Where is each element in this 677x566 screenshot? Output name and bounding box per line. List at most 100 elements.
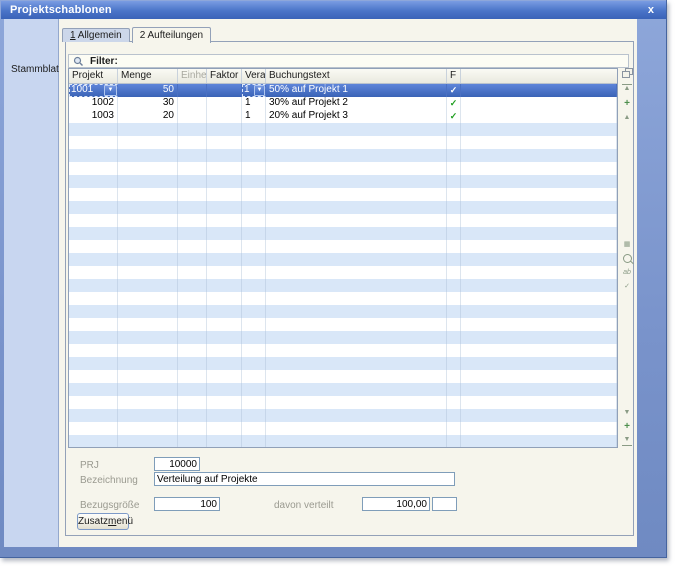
tab-aufteilungen[interactable]: 2 Aufteilungen (132, 27, 211, 43)
column-header-menge[interactable]: Menge (118, 69, 178, 83)
grid-cell-checkmark-icon[interactable]: ✓ (447, 97, 461, 110)
grid-cell-menge[interactable]: 50 (118, 84, 178, 97)
grid-empty-row[interactable] (69, 136, 617, 149)
projekt-dropdown-icon[interactable]: ▼ (104, 85, 117, 96)
grid-empty-row[interactable] (69, 279, 617, 292)
grid-cell-buchungstext[interactable]: 30% auf Projekt 2 (266, 97, 447, 110)
sidebar-item-stammblatt[interactable]: Stammblatt (4, 63, 58, 76)
grid-empty-row[interactable] (69, 305, 617, 318)
grid-cell-menge[interactable]: 20 (118, 110, 178, 123)
grid-empty-cell (461, 188, 617, 201)
grid-empty-row[interactable] (69, 383, 617, 396)
tab-allgemein[interactable]: 1 Allgemein (62, 28, 130, 42)
scroll-last-icon[interactable]: ▼ (622, 436, 632, 446)
grid-cell-faktor[interactable] (207, 110, 242, 123)
grid-empty-row[interactable] (69, 240, 617, 253)
close-icon[interactable]: x (645, 4, 657, 16)
scroll-up-icon[interactable]: ▲ (622, 113, 632, 122)
grid-cell-einheit[interactable] (178, 84, 207, 97)
grid-empty-row[interactable] (69, 422, 617, 435)
grid-cell-einheit[interactable] (178, 110, 207, 123)
grid-cell-buchungstext[interactable]: 20% auf Projekt 3 (266, 110, 447, 123)
grid-cell-vera[interactable]: 1 (242, 110, 266, 123)
column-header-projekt[interactable]: Projekt (69, 69, 118, 83)
grid-empty-cell (242, 136, 266, 149)
grid-empty-row[interactable] (69, 318, 617, 331)
grid-cell-checkmark-icon[interactable]: ✓ (447, 84, 461, 97)
grid-empty-row[interactable] (69, 175, 617, 188)
grid-cell-projekt-editor[interactable]: 1001 ▼ (69, 84, 118, 97)
grid-layout-icon[interactable] (622, 68, 633, 78)
grid-empty-row[interactable] (69, 435, 617, 448)
column-header-buchungstext[interactable]: Buchungstext (266, 69, 447, 83)
grid-empty-row[interactable] (69, 253, 617, 266)
insert-row-icon[interactable]: + (622, 99, 632, 108)
zusatzmenu-button[interactable]: Zusatzmenü (77, 513, 129, 530)
grid-empty-row[interactable] (69, 188, 617, 201)
edit-text-icon[interactable]: ab (622, 268, 632, 277)
grid-empty-cell (178, 201, 207, 214)
grid-empty-cell (461, 435, 617, 448)
scroll-first-icon[interactable]: ▲ (622, 84, 632, 94)
grid-cell-faktor[interactable] (207, 97, 242, 110)
grid-empty-row[interactable] (69, 214, 617, 227)
column-header-faktor[interactable]: Faktor (207, 69, 242, 83)
grid-empty-cell (461, 331, 617, 344)
window-titlebar[interactable]: Projektschablonen x (1, 1, 666, 19)
grid-empty-cell (69, 344, 118, 357)
grid-empty-cell (242, 227, 266, 240)
grid-row[interactable]: 1003 20 1 20% auf Projekt 3 ✓ (69, 110, 617, 123)
grid-cell-filler (461, 84, 617, 97)
grid-cell-faktor[interactable] (207, 84, 242, 97)
grid-empty-row[interactable] (69, 396, 617, 409)
vera-dropdown-icon[interactable]: ▼ (254, 85, 265, 96)
grid-empty-cell (461, 318, 617, 331)
bezugsgroesse-field[interactable] (154, 497, 220, 511)
grid-empty-row[interactable] (69, 409, 617, 422)
append-row-icon[interactable]: + (622, 422, 632, 431)
grid-cell-vera-editor[interactable]: 1 ▼ (242, 84, 266, 97)
grid-empty-cell (266, 149, 447, 162)
grid-empty-cell (242, 162, 266, 175)
column-header-vera[interactable]: Vera (242, 69, 266, 83)
filter-rows-icon[interactable]: ✓ (622, 282, 632, 291)
grid-empty-cell (461, 279, 617, 292)
grid-row[interactable]: 1002 30 1 30% auf Projekt 2 ✓ (69, 97, 617, 110)
grid-empty-row[interactable] (69, 370, 617, 383)
grid-empty-row[interactable] (69, 266, 617, 279)
scroll-down-icon[interactable]: ▼ (622, 408, 632, 417)
grid-cell-projekt[interactable]: 1002 (69, 97, 118, 110)
prj-field[interactable] (154, 457, 200, 471)
column-header-f[interactable]: F (447, 69, 461, 83)
search-rows-icon[interactable] (623, 254, 632, 263)
grid-empty-row[interactable] (69, 123, 617, 136)
grid-cell-vera[interactable]: 1 (242, 97, 266, 110)
grid-cell-einheit[interactable] (178, 97, 207, 110)
grid-empty-row[interactable] (69, 227, 617, 240)
grid-empty-row[interactable] (69, 149, 617, 162)
davon-verteilt-extra-field[interactable] (432, 497, 457, 511)
bezeichnung-field[interactable] (154, 472, 455, 486)
davon-verteilt-field[interactable] (362, 497, 430, 511)
grid-empty-cell (266, 201, 447, 214)
grid-empty-cell (242, 383, 266, 396)
choose-columns-icon[interactable]: ▦ (622, 240, 632, 249)
grid-empty-cell (207, 422, 242, 435)
grid-empty-cell (461, 240, 617, 253)
grid-cell-checkmark-icon[interactable]: ✓ (447, 110, 461, 123)
tab-allgemein-label: Allgemein (76, 30, 122, 41)
grid-empty-cell (447, 344, 461, 357)
grid-row-selected[interactable]: 1001 ▼ 50 1 ▼ 50% auf Projekt 1 ✓ (69, 84, 617, 97)
column-header-einheit[interactable]: Einheit (178, 69, 207, 83)
grid-empty-cell (266, 435, 447, 448)
grid-empty-row[interactable] (69, 331, 617, 344)
grid-empty-row[interactable] (69, 201, 617, 214)
grid-empty-row[interactable] (69, 357, 617, 370)
filter-bar[interactable]: Filter: (68, 54, 629, 68)
grid-empty-row[interactable] (69, 162, 617, 175)
grid-empty-row[interactable] (69, 292, 617, 305)
grid-cell-projekt[interactable]: 1003 (69, 110, 118, 123)
grid-cell-menge[interactable]: 30 (118, 97, 178, 110)
grid-cell-buchungstext[interactable]: 50% auf Projekt 1 (266, 84, 447, 97)
grid-empty-row[interactable] (69, 344, 617, 357)
